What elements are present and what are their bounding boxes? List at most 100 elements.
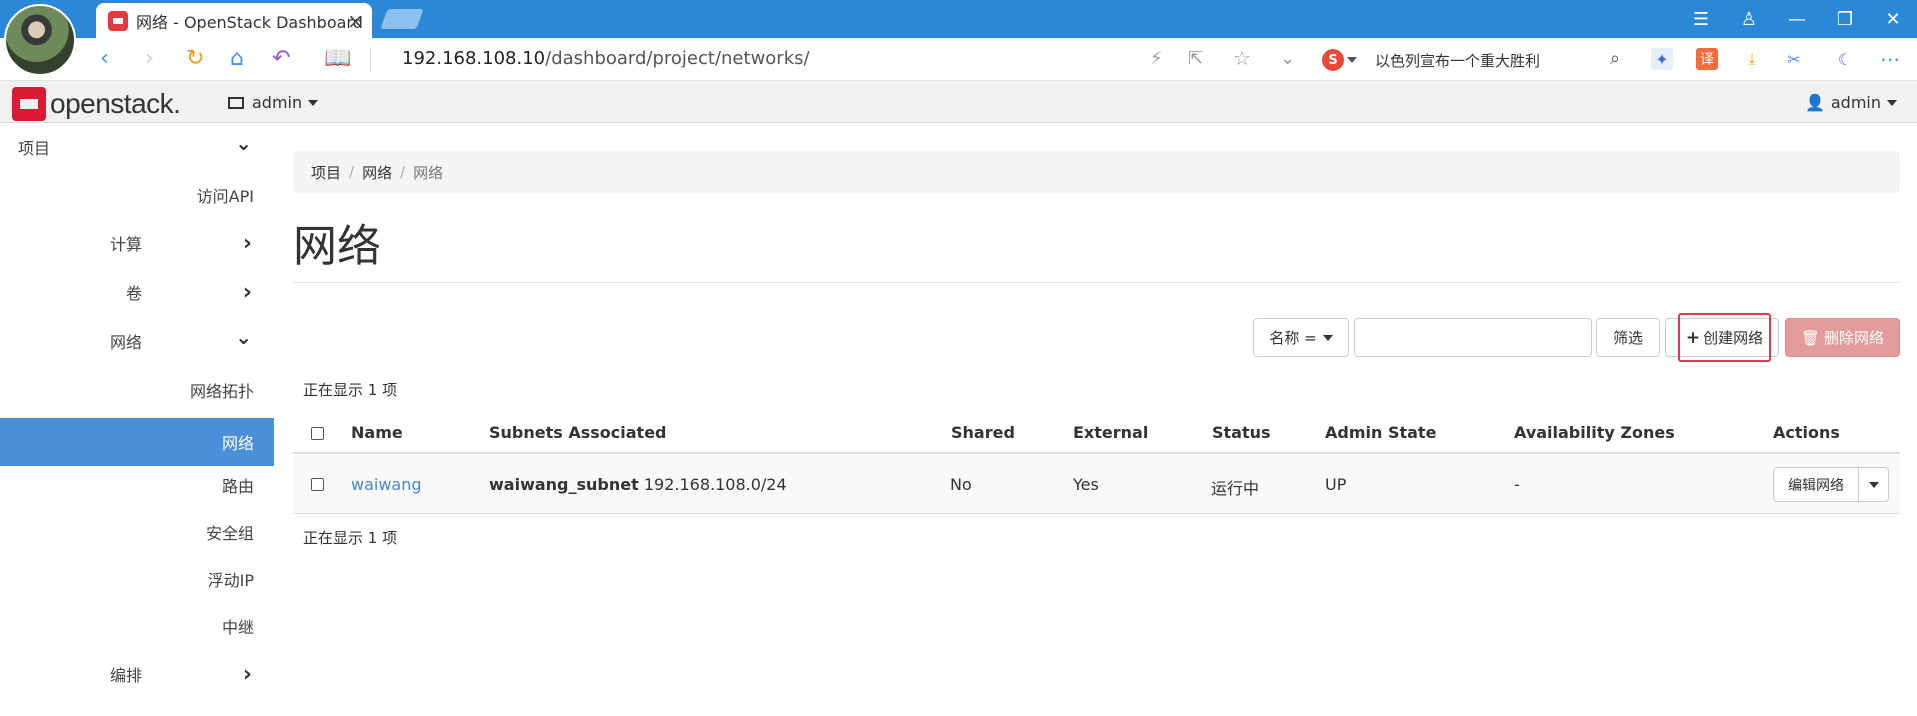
home-icon[interactable]: ⌂ [230, 47, 244, 71]
project-icon [228, 96, 244, 109]
breadcrumb-item[interactable]: 项目 [311, 162, 341, 183]
search-box[interactable]: S 以色列宣布一个重大胜利 [1322, 45, 1632, 75]
lightning-icon[interactable]: ⚡ [1150, 48, 1163, 69]
sidebar-item-label: 浮动IP [207, 571, 254, 590]
sidebar-item[interactable]: 网络 [0, 418, 274, 466]
openstack-logo-icon [12, 87, 46, 121]
restore-icon[interactable]: ❐ [1821, 0, 1869, 38]
select-all-checkbox[interactable] [311, 427, 324, 440]
search-icon[interactable]: ⌕ [1610, 48, 1620, 69]
bird-extension-icon[interactable]: ✦ [1651, 48, 1673, 70]
sidebar-item-label: 安全组 [205, 524, 254, 543]
more-icon[interactable]: ⋯ [1879, 47, 1901, 71]
sidebar-item-label: 访问API [196, 187, 254, 206]
download-icon[interactable]: ⤓ [1741, 48, 1763, 70]
translate-icon[interactable]: 译 [1696, 48, 1718, 70]
address-separator [370, 48, 371, 72]
filter-input[interactable] [1354, 318, 1592, 357]
browser-tab-bar: 网络 - OpenStack Dashboard × ☰ ♙ — ❐ ✕ [0, 0, 1917, 38]
sidebar-item-label: 编排 [109, 666, 142, 685]
col-actions: Actions [1773, 423, 1840, 442]
row-actions-dropdown[interactable] [1859, 467, 1889, 502]
openstack-navbar: openstack. admin 👤 admin [0, 81, 1917, 123]
row-actions: 编辑网络 [1773, 467, 1889, 502]
admin-state-cell: UP [1325, 475, 1347, 494]
search-engine-caret-icon[interactable] [1347, 57, 1357, 63]
caret-down-icon [1322, 334, 1333, 341]
user-avatar[interactable] [4, 4, 76, 76]
sidebar-item[interactable]: 浮动IP [0, 556, 274, 602]
filter-field-dropdown[interactable]: 名称 = [1253, 318, 1349, 357]
share-icon[interactable]: ⇱ [1188, 48, 1203, 69]
sidebar-item[interactable]: 网络拓扑 [0, 367, 274, 413]
reader-icon[interactable]: 📖 [324, 47, 351, 71]
chevron-right-icon: › [242, 279, 252, 305]
sidebar-item[interactable]: 卷 › [0, 269, 274, 315]
subnet-cell: waiwang_subnet 192.168.108.0/24 [489, 475, 787, 494]
sogou-search-icon[interactable]: S [1322, 49, 1344, 71]
filter-button[interactable]: 筛选 [1596, 318, 1660, 357]
col-subnets[interactable]: Subnets Associated [489, 423, 667, 442]
delete-networks-button[interactable]: 🗑 删除网络 [1785, 318, 1900, 357]
minimize-icon[interactable]: — [1773, 0, 1821, 38]
breadcrumb-item[interactable]: 网络 [362, 162, 392, 183]
window-controls: ☰ ♙ — ❐ ✕ [1677, 0, 1917, 38]
col-external[interactable]: External [1073, 423, 1148, 442]
network-name-link[interactable]: waiwang [351, 475, 422, 494]
sidebar-item[interactable]: 访问API [0, 172, 274, 218]
zones-cell: - [1514, 475, 1520, 494]
table-row: waiwang waiwang_subnet 192.168.108.0/24 … [293, 455, 1900, 514]
col-admin-state[interactable]: Admin State [1325, 423, 1436, 442]
undo-close-icon[interactable]: ↶ [272, 47, 290, 71]
dropdown-icon[interactable]: ⌄ [1280, 48, 1295, 69]
sidebar-item-label: 网络拓扑 [189, 382, 254, 401]
chevron-right-icon: › [242, 230, 252, 256]
edit-network-button[interactable]: 编辑网络 [1773, 467, 1859, 502]
scissors-icon[interactable]: ✂ [1783, 48, 1805, 70]
sidebar: 项目 ⌄ 访问API 计算 › 卷 › 网络 ⌄ 网络拓扑 网络 路由 安全组 浮动IP 中继 编排 › [0, 123, 274, 716]
menu-icon[interactable]: ☰ [1677, 0, 1725, 38]
external-cell: Yes [1073, 475, 1099, 494]
sidebar-item[interactable]: 网络 ⌄ [0, 318, 274, 364]
tab-close-icon[interactable]: × [347, 9, 364, 33]
create-network-button[interactable]: + 创建网络 [1678, 313, 1771, 362]
url-input[interactable]: 192.168.108.10/dashboard/project/network… [402, 48, 810, 69]
openstack-logo[interactable]: openstack. [12, 87, 181, 121]
sidebar-item[interactable]: 编排 › [0, 651, 274, 697]
row-checkbox[interactable] [311, 478, 324, 491]
openstack-favicon-icon [108, 10, 128, 31]
search-hot-text[interactable]: 以色列宣布一个重大胜利 [1375, 50, 1540, 71]
delete-networks-label: 删除网络 [1824, 329, 1885, 347]
sidebar-item[interactable]: 路由 [0, 462, 274, 508]
forward-icon[interactable]: › [145, 47, 154, 71]
close-window-icon[interactable]: ✕ [1869, 0, 1917, 38]
caret-down-icon [1868, 481, 1879, 488]
sidebar-item[interactable]: 项目 ⌄ [0, 124, 274, 170]
sidebar-item[interactable]: 中继 [0, 603, 274, 649]
browser-tab-active[interactable]: 网络 - OpenStack Dashboard × [96, 3, 372, 38]
page-title: 网络 [293, 221, 381, 272]
user-menu[interactable]: 👤 admin [1805, 93, 1897, 112]
star-icon[interactable]: ☆ [1233, 46, 1251, 70]
breadcrumb: 项目 / 网络 / 网络 [293, 151, 1900, 193]
sidebar-item[interactable]: 计算 › [0, 220, 274, 266]
caret-down-icon [1887, 99, 1897, 106]
skin-icon[interactable]: ♙ [1725, 0, 1773, 38]
create-network-label: 创建网络 [1703, 329, 1764, 347]
project-selector[interactable]: admin [228, 93, 319, 112]
new-tab-button[interactable] [380, 9, 424, 29]
col-availability-zones[interactable]: Availability Zones [1514, 423, 1675, 442]
col-status[interactable]: Status [1212, 423, 1271, 442]
col-shared[interactable]: Shared [951, 423, 1015, 442]
reload-icon[interactable]: ↻ [186, 47, 204, 71]
trash-icon: 🗑 [1800, 328, 1821, 347]
col-name[interactable]: Name [351, 423, 403, 442]
sidebar-item-label: 路由 [221, 477, 254, 496]
moon-icon[interactable]: ☾ [1834, 48, 1856, 70]
status-cell: 运行中 [1211, 479, 1260, 498]
sidebar-item[interactable]: 安全组 [0, 509, 274, 555]
subnet-cidr: 192.168.108.0/24 [643, 475, 787, 494]
back-icon[interactable]: ‹ [100, 47, 109, 71]
url-path: /dashboard/project/networks/ [545, 48, 810, 69]
shared-cell: No [950, 475, 972, 494]
